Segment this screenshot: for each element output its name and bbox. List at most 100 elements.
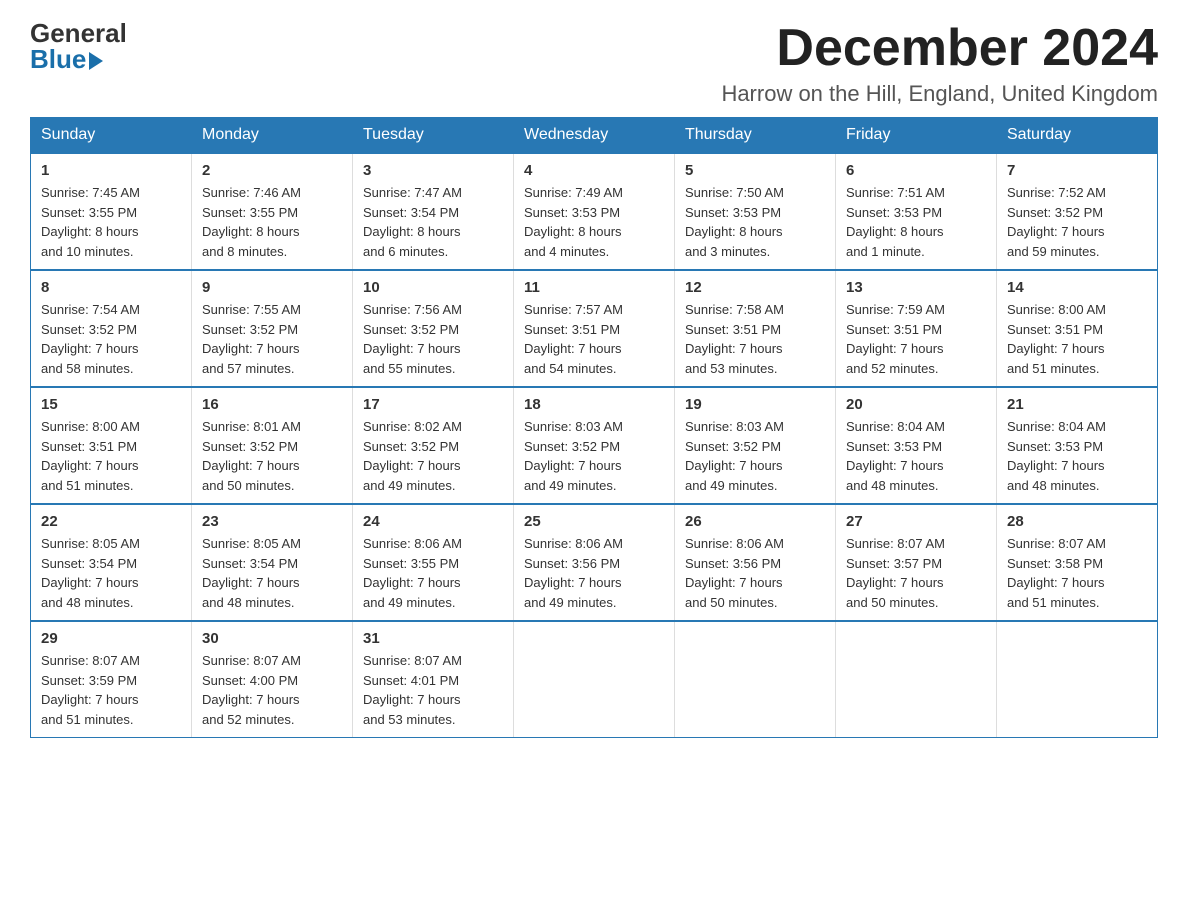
day-number: 18 [524,396,664,413]
calendar-cell: 5 Sunrise: 7:50 AM Sunset: 3:53 PM Dayli… [675,153,836,270]
calendar-cell [836,621,997,738]
weekday-header-saturday: Saturday [997,118,1158,154]
weekday-header-friday: Friday [836,118,997,154]
calendar-cell: 21 Sunrise: 8:04 AM Sunset: 3:53 PM Dayl… [997,387,1158,504]
calendar-cell: 19 Sunrise: 8:03 AM Sunset: 3:52 PM Dayl… [675,387,836,504]
logo: General Blue [30,20,127,72]
calendar-cell: 28 Sunrise: 8:07 AM Sunset: 3:58 PM Dayl… [997,504,1158,621]
day-info: Sunrise: 7:47 AM Sunset: 3:54 PM Dayligh… [363,183,503,261]
day-info: Sunrise: 8:06 AM Sunset: 3:55 PM Dayligh… [363,534,503,612]
day-info: Sunrise: 8:06 AM Sunset: 3:56 PM Dayligh… [685,534,825,612]
day-number: 23 [202,513,342,530]
calendar-cell: 14 Sunrise: 8:00 AM Sunset: 3:51 PM Dayl… [997,270,1158,387]
day-number: 10 [363,279,503,296]
day-number: 27 [846,513,986,530]
day-number: 16 [202,396,342,413]
calendar-week-row: 15 Sunrise: 8:00 AM Sunset: 3:51 PM Dayl… [31,387,1158,504]
day-info: Sunrise: 8:07 AM Sunset: 3:57 PM Dayligh… [846,534,986,612]
day-number: 8 [41,279,181,296]
day-number: 28 [1007,513,1147,530]
page-header: General Blue December 2024 Harrow on the… [30,20,1158,107]
calendar-cell: 8 Sunrise: 7:54 AM Sunset: 3:52 PM Dayli… [31,270,192,387]
calendar-cell: 17 Sunrise: 8:02 AM Sunset: 3:52 PM Dayl… [353,387,514,504]
calendar-cell: 4 Sunrise: 7:49 AM Sunset: 3:53 PM Dayli… [514,153,675,270]
calendar-cell: 16 Sunrise: 8:01 AM Sunset: 3:52 PM Dayl… [192,387,353,504]
day-info: Sunrise: 7:55 AM Sunset: 3:52 PM Dayligh… [202,300,342,378]
day-number: 11 [524,279,664,296]
day-info: Sunrise: 8:07 AM Sunset: 4:00 PM Dayligh… [202,651,342,729]
calendar-cell: 7 Sunrise: 7:52 AM Sunset: 3:52 PM Dayli… [997,153,1158,270]
calendar-cell: 15 Sunrise: 8:00 AM Sunset: 3:51 PM Dayl… [31,387,192,504]
day-info: Sunrise: 7:46 AM Sunset: 3:55 PM Dayligh… [202,183,342,261]
calendar-cell: 6 Sunrise: 7:51 AM Sunset: 3:53 PM Dayli… [836,153,997,270]
day-number: 2 [202,162,342,179]
title-block: December 2024 Harrow on the Hill, Englan… [721,20,1158,107]
calendar-cell: 11 Sunrise: 7:57 AM Sunset: 3:51 PM Dayl… [514,270,675,387]
day-number: 24 [363,513,503,530]
day-info: Sunrise: 7:51 AM Sunset: 3:53 PM Dayligh… [846,183,986,261]
day-number: 19 [685,396,825,413]
day-info: Sunrise: 7:56 AM Sunset: 3:52 PM Dayligh… [363,300,503,378]
calendar-cell: 25 Sunrise: 8:06 AM Sunset: 3:56 PM Dayl… [514,504,675,621]
weekday-header-monday: Monday [192,118,353,154]
day-info: Sunrise: 8:05 AM Sunset: 3:54 PM Dayligh… [202,534,342,612]
day-number: 30 [202,630,342,647]
day-info: Sunrise: 8:03 AM Sunset: 3:52 PM Dayligh… [524,417,664,495]
day-info: Sunrise: 8:07 AM Sunset: 4:01 PM Dayligh… [363,651,503,729]
day-info: Sunrise: 8:04 AM Sunset: 3:53 PM Dayligh… [846,417,986,495]
day-info: Sunrise: 7:52 AM Sunset: 3:52 PM Dayligh… [1007,183,1147,261]
calendar-cell: 18 Sunrise: 8:03 AM Sunset: 3:52 PM Dayl… [514,387,675,504]
day-info: Sunrise: 8:07 AM Sunset: 3:58 PM Dayligh… [1007,534,1147,612]
weekday-header-row: SundayMondayTuesdayWednesdayThursdayFrid… [31,118,1158,154]
calendar-week-row: 22 Sunrise: 8:05 AM Sunset: 3:54 PM Dayl… [31,504,1158,621]
calendar-cell: 24 Sunrise: 8:06 AM Sunset: 3:55 PM Dayl… [353,504,514,621]
day-number: 21 [1007,396,1147,413]
logo-general-text: General [30,20,127,46]
calendar-cell: 29 Sunrise: 8:07 AM Sunset: 3:59 PM Dayl… [31,621,192,738]
day-number: 3 [363,162,503,179]
day-info: Sunrise: 7:57 AM Sunset: 3:51 PM Dayligh… [524,300,664,378]
day-number: 13 [846,279,986,296]
day-number: 29 [41,630,181,647]
day-number: 12 [685,279,825,296]
calendar-cell [997,621,1158,738]
calendar-cell: 26 Sunrise: 8:06 AM Sunset: 3:56 PM Dayl… [675,504,836,621]
day-info: Sunrise: 7:49 AM Sunset: 3:53 PM Dayligh… [524,183,664,261]
day-info: Sunrise: 8:07 AM Sunset: 3:59 PM Dayligh… [41,651,181,729]
day-number: 6 [846,162,986,179]
calendar-cell: 27 Sunrise: 8:07 AM Sunset: 3:57 PM Dayl… [836,504,997,621]
day-number: 7 [1007,162,1147,179]
day-info: Sunrise: 8:04 AM Sunset: 3:53 PM Dayligh… [1007,417,1147,495]
calendar-cell: 1 Sunrise: 7:45 AM Sunset: 3:55 PM Dayli… [31,153,192,270]
day-number: 25 [524,513,664,530]
day-number: 17 [363,396,503,413]
calendar-cell: 22 Sunrise: 8:05 AM Sunset: 3:54 PM Dayl… [31,504,192,621]
calendar-cell: 9 Sunrise: 7:55 AM Sunset: 3:52 PM Dayli… [192,270,353,387]
day-info: Sunrise: 7:54 AM Sunset: 3:52 PM Dayligh… [41,300,181,378]
day-info: Sunrise: 8:03 AM Sunset: 3:52 PM Dayligh… [685,417,825,495]
calendar-cell: 2 Sunrise: 7:46 AM Sunset: 3:55 PM Dayli… [192,153,353,270]
day-info: Sunrise: 7:50 AM Sunset: 3:53 PM Dayligh… [685,183,825,261]
day-number: 5 [685,162,825,179]
day-info: Sunrise: 7:59 AM Sunset: 3:51 PM Dayligh… [846,300,986,378]
calendar-cell [514,621,675,738]
day-info: Sunrise: 7:58 AM Sunset: 3:51 PM Dayligh… [685,300,825,378]
month-title: December 2024 [721,20,1158,77]
day-number: 15 [41,396,181,413]
day-info: Sunrise: 8:02 AM Sunset: 3:52 PM Dayligh… [363,417,503,495]
weekday-header-wednesday: Wednesday [514,118,675,154]
calendar-table: SundayMondayTuesdayWednesdayThursdayFrid… [30,117,1158,738]
calendar-cell [675,621,836,738]
calendar-cell: 30 Sunrise: 8:07 AM Sunset: 4:00 PM Dayl… [192,621,353,738]
calendar-cell: 10 Sunrise: 7:56 AM Sunset: 3:52 PM Dayl… [353,270,514,387]
day-number: 1 [41,162,181,179]
day-number: 31 [363,630,503,647]
day-number: 4 [524,162,664,179]
day-number: 22 [41,513,181,530]
logo-blue-text: Blue [30,46,103,72]
calendar-cell: 31 Sunrise: 8:07 AM Sunset: 4:01 PM Dayl… [353,621,514,738]
day-info: Sunrise: 7:45 AM Sunset: 3:55 PM Dayligh… [41,183,181,261]
day-info: Sunrise: 8:05 AM Sunset: 3:54 PM Dayligh… [41,534,181,612]
day-info: Sunrise: 8:00 AM Sunset: 3:51 PM Dayligh… [1007,300,1147,378]
calendar-cell: 13 Sunrise: 7:59 AM Sunset: 3:51 PM Dayl… [836,270,997,387]
